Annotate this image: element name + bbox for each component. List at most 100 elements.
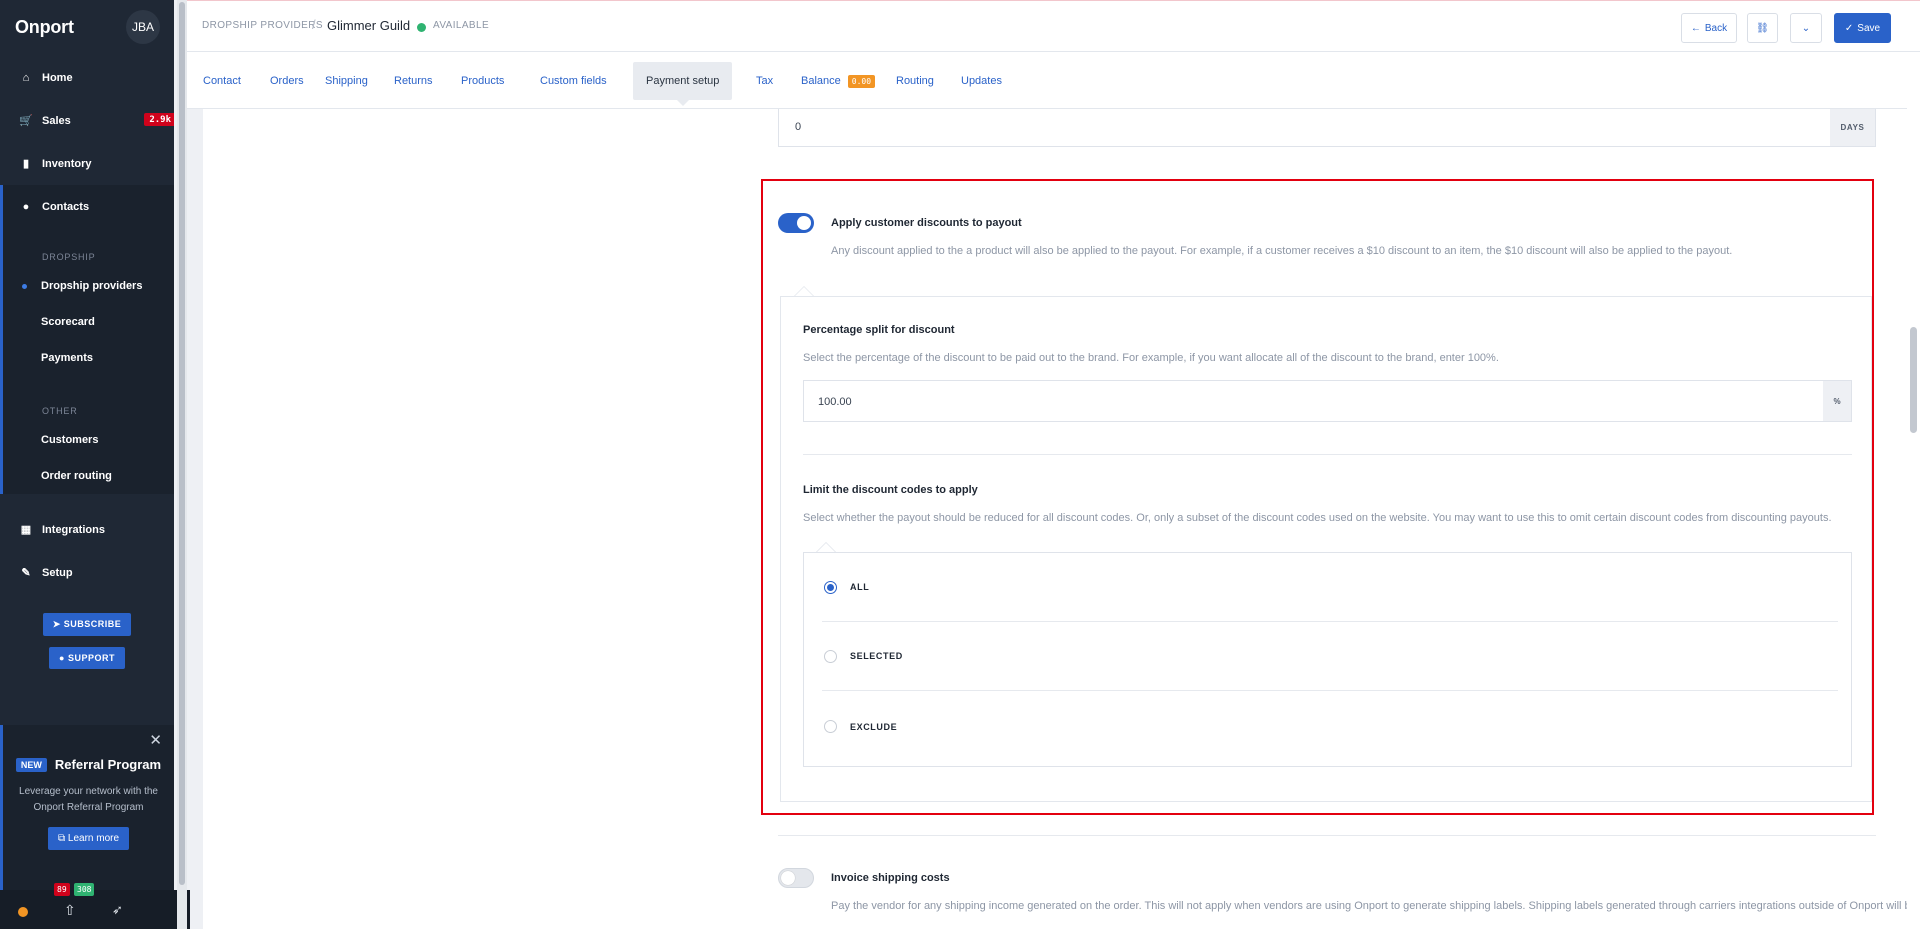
percentage-split-input[interactable]: 100.00 % xyxy=(803,380,1852,422)
tab-balance[interactable]: Balance 0.00 xyxy=(788,62,888,100)
check-icon: ✓ xyxy=(1844,22,1854,34)
referral-title: Referral Program xyxy=(54,757,162,772)
close-icon[interactable]: ✕ xyxy=(149,731,162,749)
sidebar-item-order-routing[interactable]: Order routing xyxy=(3,458,174,494)
invoice-shipping-title: Invoice shipping costs xyxy=(831,872,950,884)
radio-button-checked[interactable] xyxy=(824,580,837,594)
home-icon: ⌂ xyxy=(22,71,30,84)
sidebar-item-label: Setup xyxy=(42,566,73,579)
breadcrumb-separator: / xyxy=(312,17,316,32)
invoice-shipping-toggle[interactable] xyxy=(778,868,814,888)
sidebar-item-inventory[interactable]: ▮ Inventory xyxy=(0,142,174,185)
tab-routing[interactable]: Routing xyxy=(883,62,947,100)
learn-more-button[interactable]: ⧉ Learn more xyxy=(47,827,130,850)
radio-option-selected[interactable]: SELECTED xyxy=(822,622,1838,691)
tab-balance-label: Balance xyxy=(801,75,841,87)
limit-codes-title: Limit the discount codes to apply xyxy=(803,484,978,496)
toggle-knob xyxy=(797,216,811,230)
back-button[interactable]: ← Back xyxy=(1681,13,1737,43)
radio-option-exclude[interactable]: EXCLUDE xyxy=(822,692,1838,761)
sales-count-badge: 2.9k xyxy=(144,113,174,126)
tab-tax[interactable]: Tax xyxy=(743,62,786,100)
percent-addon: % xyxy=(1823,381,1851,421)
referral-promo: ✕ NEW Referral Program Leverage your net… xyxy=(0,725,174,890)
tab-bar: Contact Orders Shipping Returns Products… xyxy=(187,52,1907,109)
more-actions-button[interactable]: ⌄ xyxy=(1790,13,1822,43)
balance-badge: 0.00 xyxy=(847,74,876,88)
page-header: DROPSHIP PROVIDERS / Glimmer Guild AVAIL… xyxy=(187,0,1920,52)
back-label: Back xyxy=(1704,22,1728,34)
subscribe-button[interactable]: ➤ SUBSCRIBE xyxy=(42,613,132,636)
tab-products[interactable]: Products xyxy=(448,62,517,100)
tab-shipping[interactable]: Shipping xyxy=(312,62,381,100)
sidebar-item-integrations[interactable]: ▦ Integrations xyxy=(0,508,174,551)
sidebar-scroll-thumb[interactable] xyxy=(179,2,185,885)
arrow-left-icon: ← xyxy=(1690,22,1701,34)
notification-count-red: 89 xyxy=(54,883,70,896)
divider xyxy=(778,835,1876,836)
sidebar-item-home[interactable]: ⌂ Home xyxy=(0,56,174,99)
rocket-icon[interactable]: ➶ xyxy=(112,902,123,918)
learn-more-label: Learn more xyxy=(67,833,120,844)
panel-caret xyxy=(794,286,814,296)
sidebar-item-sales[interactable]: 🛒 Sales 2.9k xyxy=(0,99,174,142)
dropship-heading: DROPSHIP xyxy=(42,252,96,262)
limit-codes-description: Select whether the payout should be redu… xyxy=(803,512,1832,524)
days-unit-addon: DAYS xyxy=(1830,109,1875,146)
sidebar-item-label: Inventory xyxy=(42,157,92,170)
days-input[interactable]: 0 DAYS xyxy=(778,109,1876,147)
link-icon: ⛓ xyxy=(1756,22,1769,34)
apply-discounts-toggle[interactable] xyxy=(778,213,814,233)
support-label: SUPPORT xyxy=(67,653,115,663)
radio-option-all[interactable]: ALL xyxy=(822,553,1838,622)
upload-icon[interactable]: ⇧ xyxy=(64,902,76,919)
radio-button[interactable] xyxy=(824,720,837,733)
tab-updates[interactable]: Updates xyxy=(948,62,1015,100)
apply-discounts-description: Any discount applied to the a product wi… xyxy=(831,245,1733,257)
avatar[interactable]: JBA xyxy=(126,10,160,44)
app-logo[interactable]: Onport xyxy=(15,17,74,38)
support-wrap: ● SUPPORT xyxy=(0,647,174,669)
sidebar-item-label: Sales xyxy=(42,114,71,127)
page-scrollbar[interactable] xyxy=(1907,52,1920,929)
link-button[interactable]: ⛓ xyxy=(1747,13,1778,43)
wrench-icon: ✎ xyxy=(21,567,31,579)
radio-button[interactable] xyxy=(824,649,837,663)
sidebar-item-label: Contacts xyxy=(42,200,90,213)
limit-codes-radio-group: ALL SELECTED EXCLUDE xyxy=(803,552,1852,767)
sidebar-item-dropship-providers[interactable]: Dropship providers xyxy=(3,268,174,304)
status-badge: AVAILABLE xyxy=(433,20,490,31)
percentage-split-title: Percentage split for discount xyxy=(803,324,955,336)
radio-label: SELECTED xyxy=(850,651,903,661)
referral-description: Leverage your network with the Onport Re… xyxy=(19,786,158,813)
percentage-split-value: 100.00 xyxy=(818,396,852,408)
other-heading: OTHER xyxy=(42,406,78,416)
tab-returns[interactable]: Returns xyxy=(381,62,446,100)
tab-orders[interactable]: Orders xyxy=(257,62,317,100)
referral-title-row: NEW Referral Program xyxy=(3,757,174,772)
save-label: Save xyxy=(1857,22,1881,34)
save-button[interactable]: ✓ Save xyxy=(1834,13,1891,43)
days-input-value: 0 xyxy=(795,121,802,133)
sidebar-item-label: Dropship providers xyxy=(41,280,143,292)
sidebar-scrollbar[interactable] xyxy=(177,0,187,929)
tab-payment-setup[interactable]: Payment setup xyxy=(633,62,733,106)
help-icon: ● xyxy=(59,653,68,663)
sidebar-footer: ⇧ ➶ xyxy=(0,890,190,929)
breadcrumb[interactable]: DROPSHIP PROVIDERS xyxy=(202,20,323,31)
page-title: Glimmer Guild xyxy=(327,18,411,33)
active-dot-icon xyxy=(22,284,27,289)
status-indicator-icon[interactable] xyxy=(18,907,28,917)
sidebar-item-customers[interactable]: Customers xyxy=(3,422,174,458)
sidebar-item-scorecard[interactable]: Scorecard xyxy=(3,304,174,340)
sidebar-item-setup[interactable]: ✎ Setup xyxy=(0,551,174,594)
grid-icon: ▦ xyxy=(20,524,32,536)
radio-label: ALL xyxy=(850,582,870,592)
bookmark-icon: ▮ xyxy=(22,158,30,170)
sidebar-item-contacts[interactable]: ● Contacts xyxy=(3,185,174,228)
tab-custom-fields[interactable]: Custom fields xyxy=(527,62,620,100)
page-scroll-thumb[interactable] xyxy=(1910,327,1917,433)
tab-contact[interactable]: Contact xyxy=(190,62,254,100)
support-button[interactable]: ● SUPPORT xyxy=(49,647,125,669)
sidebar-item-payments[interactable]: Payments xyxy=(3,340,174,376)
